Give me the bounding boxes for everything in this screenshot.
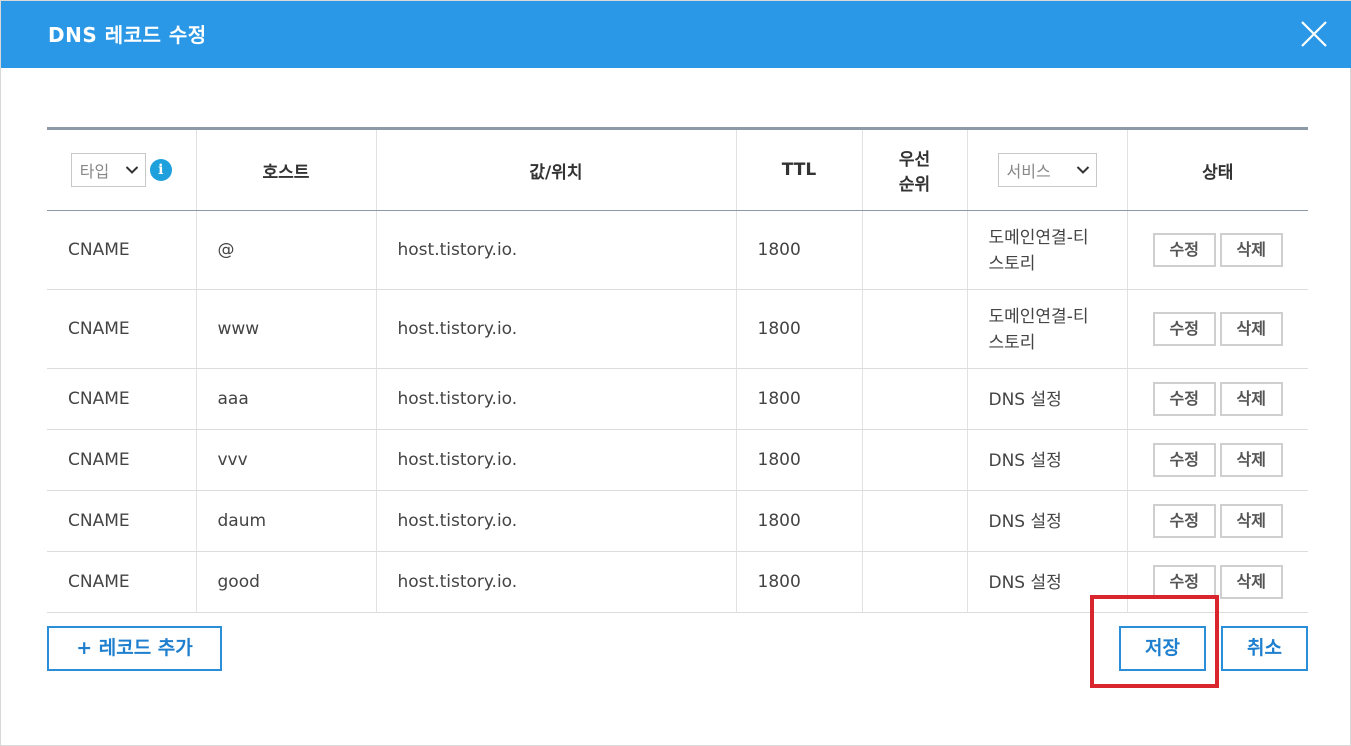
cell-host: aaa bbox=[195, 368, 376, 430]
cell-type: CNAME bbox=[47, 368, 196, 430]
service-line1: DNS 설정 bbox=[988, 573, 1062, 593]
table-row: CNAME aaa host.tistory.io. 1800 DNS 설정 수… bbox=[47, 368, 1308, 430]
cell-type: CNAME bbox=[47, 289, 196, 369]
delete-button[interactable]: 삭제 bbox=[1219, 233, 1283, 267]
ttl-column-header: TTL bbox=[735, 128, 862, 211]
dialog-title: DNS 레코드 수정 bbox=[48, 23, 207, 47]
edit-button[interactable]: 수정 bbox=[1152, 382, 1216, 416]
delete-button[interactable]: 삭제 bbox=[1219, 312, 1283, 346]
delete-button[interactable]: 삭제 bbox=[1219, 443, 1283, 477]
cell-value: host.tistory.io. bbox=[375, 551, 736, 613]
cell-actions: 수정 삭제 bbox=[1126, 289, 1308, 369]
cell-ttl: 1800 bbox=[735, 210, 862, 290]
cell-actions: 수정 삭제 bbox=[1126, 490, 1308, 552]
type-column-header: 타입 i bbox=[47, 128, 196, 211]
cell-host: daum bbox=[195, 490, 376, 552]
cell-ttl: 1800 bbox=[735, 490, 862, 552]
cell-actions: 수정 삭제 bbox=[1126, 368, 1308, 430]
service-filter-label: 서비스 bbox=[1006, 162, 1051, 181]
delete-button[interactable]: 삭제 bbox=[1219, 382, 1283, 416]
host-column-header: 호스트 bbox=[195, 128, 376, 211]
close-icon[interactable] bbox=[1300, 20, 1328, 48]
cell-service: DNS 설정 bbox=[966, 429, 1127, 491]
priority-header-line2: 순위 bbox=[898, 175, 931, 195]
edit-button[interactable]: 수정 bbox=[1152, 443, 1216, 477]
delete-button[interactable]: 삭제 bbox=[1219, 565, 1283, 599]
service-filter-select[interactable]: 서비스 bbox=[997, 153, 1097, 187]
table-row: CNAME www host.tistory.io. 1800 도메인연결-티스… bbox=[47, 289, 1308, 369]
priority-header-line1: 우선 bbox=[898, 150, 931, 170]
edit-button[interactable]: 수정 bbox=[1152, 565, 1216, 599]
delete-button[interactable]: 삭제 bbox=[1219, 504, 1283, 538]
cell-service: 도메인연결-티스토리 bbox=[966, 210, 1127, 290]
cell-priority bbox=[861, 429, 967, 491]
cell-host: @ bbox=[195, 210, 376, 290]
cell-value: host.tistory.io. bbox=[375, 429, 736, 491]
cell-priority bbox=[861, 490, 967, 552]
edit-button[interactable]: 수정 bbox=[1152, 504, 1216, 538]
cell-actions: 수정 삭제 bbox=[1126, 210, 1308, 290]
cell-ttl: 1800 bbox=[735, 289, 862, 369]
cell-service: DNS 설정 bbox=[966, 368, 1127, 430]
service-line1: DNS 설정 bbox=[988, 451, 1062, 471]
service-line2: 스토리 bbox=[988, 254, 1036, 274]
service-column-header: 서비스 bbox=[966, 128, 1127, 211]
highlight-box bbox=[1090, 595, 1219, 688]
cell-priority bbox=[861, 210, 967, 290]
priority-column-header: 우선 순위 bbox=[861, 128, 967, 211]
cell-host: www bbox=[195, 289, 376, 369]
cell-type: CNAME bbox=[47, 551, 196, 613]
edit-button[interactable]: 수정 bbox=[1152, 233, 1216, 267]
cell-service: DNS 설정 bbox=[966, 490, 1127, 552]
service-line1: DNS 설정 bbox=[988, 512, 1062, 532]
cancel-button[interactable]: 취소 bbox=[1221, 626, 1308, 671]
add-record-button[interactable]: + 레코드 추가 bbox=[47, 626, 222, 671]
cell-type: CNAME bbox=[47, 210, 196, 290]
type-filter-select[interactable]: 타입 bbox=[70, 153, 146, 187]
table-header-row: 타입 i 호스트 값/위치 TTL 우선 순위 서비스 상태 bbox=[47, 128, 1308, 211]
cell-type: CNAME bbox=[47, 429, 196, 491]
dialog-header: DNS 레코드 수정 bbox=[1, 1, 1351, 68]
cell-actions: 수정 삭제 bbox=[1126, 429, 1308, 491]
cell-ttl: 1800 bbox=[735, 551, 862, 613]
cell-host: vvv bbox=[195, 429, 376, 491]
cell-value: host.tistory.io. bbox=[375, 490, 736, 552]
edit-button[interactable]: 수정 bbox=[1152, 312, 1216, 346]
service-line1: 도메인연결-티 bbox=[988, 228, 1089, 248]
cell-service: 도메인연결-티스토리 bbox=[966, 289, 1127, 369]
type-filter-label: 타입 bbox=[79, 162, 110, 181]
cell-value: host.tistory.io. bbox=[375, 210, 736, 290]
cell-value: host.tistory.io. bbox=[375, 289, 736, 369]
table-row: CNAME vvv host.tistory.io. 1800 DNS 설정 수… bbox=[47, 429, 1308, 491]
info-icon[interactable]: i bbox=[149, 159, 172, 181]
cell-ttl: 1800 bbox=[735, 429, 862, 491]
cell-host: good bbox=[195, 551, 376, 613]
service-line1: 도메인연결-티 bbox=[988, 307, 1089, 327]
cell-value: host.tistory.io. bbox=[375, 368, 736, 430]
chevron-down-icon bbox=[1076, 166, 1089, 174]
dns-record-table: 타입 i 호스트 값/위치 TTL 우선 순위 서비스 상태 CNAME @ h… bbox=[47, 127, 1308, 613]
cell-type: CNAME bbox=[47, 490, 196, 552]
chevron-down-icon bbox=[125, 166, 138, 174]
table-row: CNAME @ host.tistory.io. 1800 도메인연결-티스토리… bbox=[47, 210, 1308, 290]
service-line1: DNS 설정 bbox=[988, 390, 1062, 410]
cell-ttl: 1800 bbox=[735, 368, 862, 430]
cell-priority bbox=[861, 368, 967, 430]
cell-priority bbox=[861, 551, 967, 613]
value-column-header: 값/위치 bbox=[375, 128, 736, 211]
status-column-header: 상태 bbox=[1126, 128, 1308, 211]
cell-priority bbox=[861, 289, 967, 369]
service-line2: 스토리 bbox=[988, 333, 1036, 353]
dns-record-dialog: DNS 레코드 수정 타입 i 호스트 값/위치 TTL 우선 순위 서비스 상… bbox=[0, 0, 1351, 746]
table-row: CNAME daum host.tistory.io. 1800 DNS 설정 … bbox=[47, 490, 1308, 552]
